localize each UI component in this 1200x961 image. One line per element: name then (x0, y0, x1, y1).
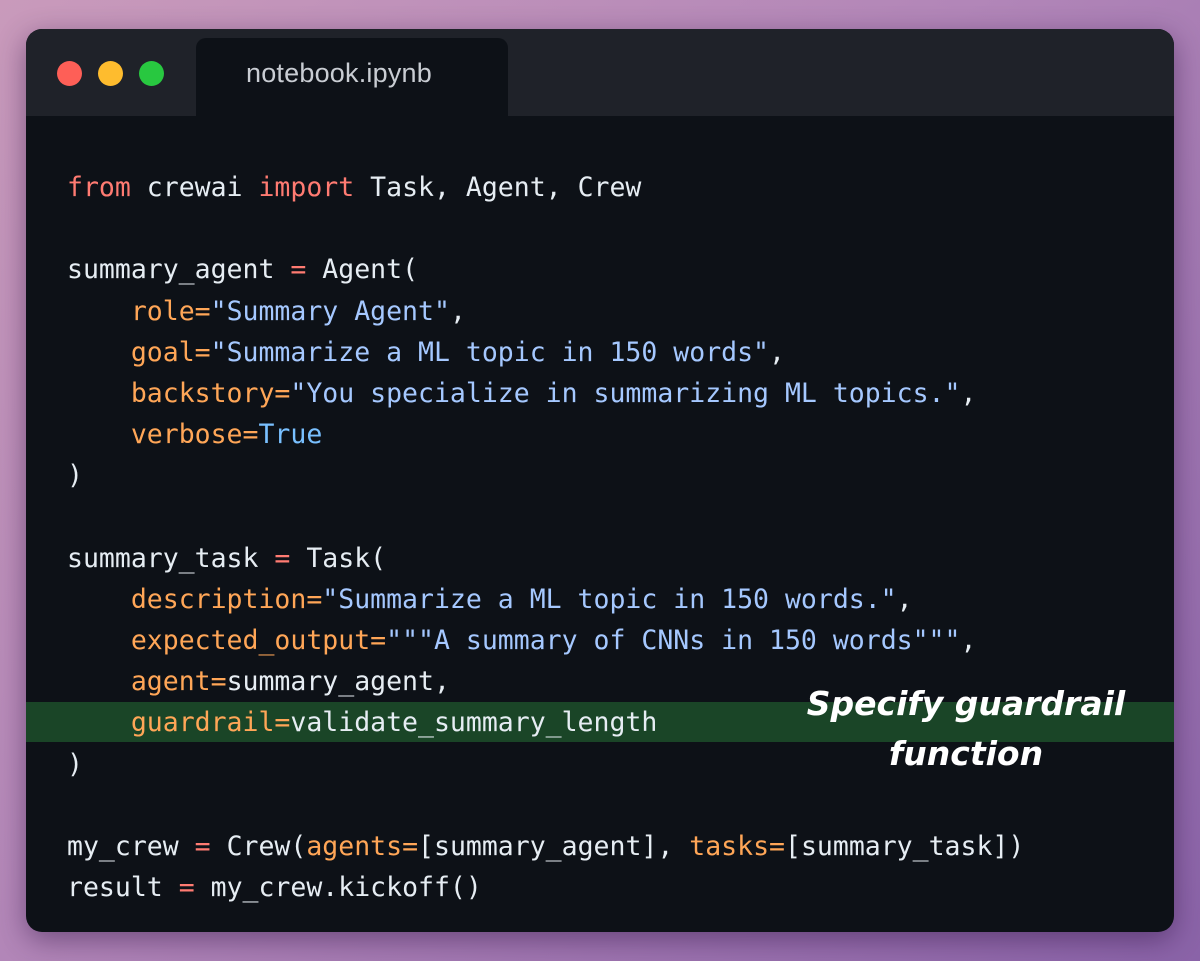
code-token: , (960, 377, 977, 409)
code-token: validate_summary_length (290, 707, 658, 739)
code-token: , (960, 625, 977, 657)
code-token: from (67, 172, 131, 203)
code-token: description= (130, 583, 323, 615)
code-line: expected_output="""A summary of CNNs in … (67, 620, 1024, 661)
code-token: agent= (130, 666, 227, 698)
code-token: Task( (290, 542, 387, 574)
code-line: from crewai import Task, Agent, Crew (67, 167, 1024, 208)
code-token: Agent( (306, 254, 419, 286)
code-line: goal="Summarize a ML topic in 150 words"… (67, 332, 1024, 373)
close-window-button[interactable] (57, 61, 82, 86)
annotation-line-1: Specify guardrail (806, 684, 1126, 723)
code-token: """A summary of CNNs in 150 words""" (386, 625, 961, 657)
code-token: "Summarize a ML topic in 150 words" (210, 336, 770, 368)
code-token: , (769, 336, 785, 368)
code-token: verbose= (130, 419, 259, 451)
code-token: , (896, 583, 913, 615)
code-token: "You specialize in summarizing ML topics… (290, 377, 961, 409)
code-token: [summary_agent], (418, 831, 690, 862)
code-token: tasks= (689, 831, 785, 862)
code-token: my_crew.kickoff() (194, 872, 482, 904)
code-line: summary_agent = Agent( (67, 249, 1024, 290)
minimize-window-button[interactable] (98, 61, 123, 86)
code-line: verbose=True (67, 414, 1024, 455)
code-token: Task, Agent, Crew (354, 172, 642, 203)
code-token: ) (67, 748, 83, 780)
code-token: summary_task (67, 542, 275, 574)
code-editor[interactable]: from crewai import Task, Agent, Crew sum… (67, 167, 1024, 908)
code-token: guardrail= (130, 707, 291, 739)
code-line: role="Summary Agent", (67, 291, 1024, 332)
code-token: = (178, 872, 195, 904)
code-window: notebook.ipynb from crewai import Task, … (26, 29, 1174, 932)
code-token: import (258, 172, 355, 203)
code-token: = (194, 831, 211, 862)
code-line: my_crew = Crew(agents=[summary_agent], t… (67, 826, 1024, 867)
code-token: = (274, 542, 291, 574)
annotation-line-2: function (888, 734, 1044, 773)
code-token: [summary_task]) (785, 831, 1025, 862)
code-token: backstory= (130, 377, 291, 409)
code-token: role= (130, 295, 211, 327)
annotation-callout: Specify guardrail function (796, 679, 1136, 779)
code-token: goal= (130, 336, 211, 368)
code-token: crewai (130, 172, 259, 203)
code-token: my_crew (67, 831, 195, 862)
maximize-window-button[interactable] (139, 61, 164, 86)
code-line: description="Summarize a ML topic in 150… (67, 579, 1024, 620)
tab-notebook[interactable]: notebook.ipynb (196, 38, 508, 116)
code-token: "Summary Agent" (210, 295, 450, 327)
code-token: Crew( (210, 831, 307, 862)
code-token: summary_agent (67, 254, 291, 286)
code-line: result = my_crew.kickoff() (67, 867, 1024, 908)
code-token: True (258, 419, 323, 451)
code-token: expected_output= (130, 625, 387, 657)
code-token: ) (67, 460, 83, 492)
code-line: backstory="You specialize in summarizing… (67, 373, 1024, 414)
code-token: summary_agent, (226, 666, 450, 698)
code-line: summary_task = Task( (67, 538, 1024, 579)
code-token: , (449, 295, 466, 327)
code-token: = (290, 254, 307, 286)
code-token: result (67, 872, 179, 904)
code-token: agents= (306, 831, 419, 862)
code-line: ) (67, 455, 1024, 496)
tab-title: notebook.ipynb (246, 58, 432, 88)
code-token: "Summarize a ML topic in 150 words." (322, 583, 897, 615)
title-bar: notebook.ipynb (26, 29, 1174, 116)
